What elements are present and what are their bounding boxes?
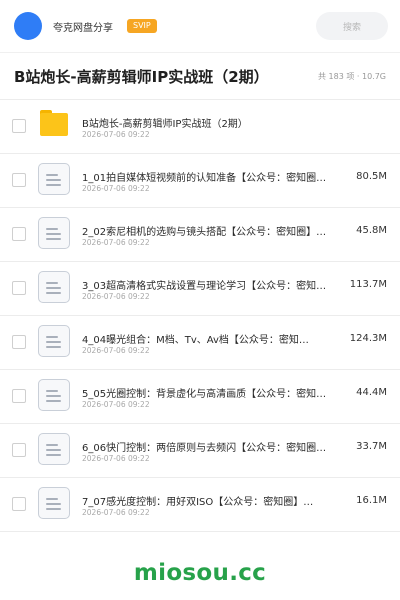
file-date: 2026-07-06 09:22 bbox=[82, 400, 150, 409]
file-size: 44.4M bbox=[356, 387, 387, 398]
file-name[interactable]: B站炮长-高薪剪辑师IP实战班（2期） bbox=[82, 115, 248, 130]
list-item[interactable]: 2_02索尼相机的选购与镜头搭配【公众号：密知圈】… 2026-07-06 09:… bbox=[0, 208, 400, 262]
site-watermark: miosou.cc bbox=[133, 560, 267, 586]
row-checkbox[interactable] bbox=[12, 389, 26, 403]
file-icon bbox=[38, 379, 70, 411]
row-checkbox[interactable] bbox=[12, 497, 26, 511]
file-date: 2026-07-06 09:22 bbox=[82, 130, 150, 139]
file-date: 2026-07-06 09:22 bbox=[82, 454, 150, 463]
row-checkbox[interactable] bbox=[12, 281, 26, 295]
row-checkbox[interactable] bbox=[12, 227, 26, 241]
file-size: 124.3M bbox=[349, 333, 387, 344]
file-size: 16.1M bbox=[356, 495, 387, 506]
list-item[interactable]: B站炮长-高薪剪辑师IP实战班（2期） 2026-07-06 09:22 bbox=[0, 100, 400, 154]
row-checkbox[interactable] bbox=[12, 335, 26, 349]
file-date: 2026-07-06 09:22 bbox=[82, 346, 150, 355]
file-size: 45.8M bbox=[356, 225, 387, 236]
file-name[interactable]: 5_05光圈控制：背景虚化与高清画质【公众号：密知… bbox=[82, 385, 326, 400]
list-item[interactable]: 7_07感光度控制：用好双ISO【公众号：密知圈】… 2026-07-06 09:… bbox=[0, 478, 400, 532]
list-item[interactable]: 1_01拍自媒体短视频前的认知准备【公众号：密知圈… 2026-07-06 09:… bbox=[0, 154, 400, 208]
folder-meta: 共 183 项 · 10.7G bbox=[318, 71, 386, 81]
file-name[interactable]: 7_07感光度控制：用好双ISO【公众号：密知圈】… bbox=[82, 493, 313, 508]
top-header: 夸克网盘分享 SVIP 搜索 bbox=[0, 0, 400, 52]
avatar[interactable] bbox=[14, 12, 42, 40]
file-icon bbox=[38, 217, 70, 249]
row-checkbox[interactable] bbox=[12, 443, 26, 457]
file-date: 2026-07-06 09:22 bbox=[82, 184, 150, 193]
file-icon bbox=[38, 163, 70, 195]
file-date: 2026-07-06 09:22 bbox=[82, 292, 150, 301]
folder-icon bbox=[40, 110, 68, 136]
file-name[interactable]: 2_02索尼相机的选购与镜头搭配【公众号：密知圈】… bbox=[82, 223, 326, 238]
page-title: B站炮长-高薪剪辑师IP实战班（2期） bbox=[14, 67, 269, 86]
file-date: 2026-07-06 09:22 bbox=[82, 508, 150, 517]
file-icon bbox=[38, 271, 70, 303]
file-name[interactable]: 4_04曝光组合：M档、Tv、Av档【公众号：密知… bbox=[82, 331, 309, 346]
file-list: B站炮长-高薪剪辑师IP实战班（2期） 2026-07-06 09:22 1_01拍… bbox=[0, 100, 400, 532]
row-checkbox[interactable] bbox=[12, 173, 26, 187]
row-checkbox[interactable] bbox=[12, 119, 26, 133]
file-size: 33.7M bbox=[356, 441, 387, 452]
list-item[interactable]: 6_06快门控制：两倍原则与去频闪【公众号：密知圈… 2026-07-06 09:… bbox=[0, 424, 400, 478]
search-placeholder: 搜索 bbox=[342, 22, 361, 33]
file-name[interactable]: 3_03超高清格式实战设置与理论学习【公众号：密知… bbox=[82, 277, 326, 292]
list-item[interactable]: 4_04曝光组合：M档、Tv、Av档【公众号：密知… 2026-07-06 09:… bbox=[0, 316, 400, 370]
folder-title-bar: B站炮长-高薪剪辑师IP实战班（2期） 共 183 项 · 10.7G bbox=[0, 52, 400, 100]
list-item[interactable]: 5_05光圈控制：背景虚化与高清画质【公众号：密知… 2026-07-06 09:… bbox=[0, 370, 400, 424]
file-size: 80.5M bbox=[356, 171, 387, 182]
search-button[interactable]: 搜索 bbox=[316, 12, 388, 40]
share-name: 夸克网盘分享 bbox=[53, 22, 113, 34]
file-name[interactable]: 6_06快门控制：两倍原则与去频闪【公众号：密知圈… bbox=[82, 439, 326, 454]
list-item[interactable]: 3_03超高清格式实战设置与理论学习【公众号：密知… 2026-07-06 09:… bbox=[0, 262, 400, 316]
file-name[interactable]: 1_01拍自媒体短视频前的认知准备【公众号：密知圈… bbox=[82, 169, 326, 184]
file-icon bbox=[38, 325, 70, 357]
svip-badge: SVIP bbox=[127, 19, 157, 33]
file-size: 113.7M bbox=[349, 279, 387, 290]
file-date: 2026-07-06 09:22 bbox=[82, 238, 150, 247]
file-icon bbox=[38, 433, 70, 465]
file-icon bbox=[38, 487, 70, 519]
